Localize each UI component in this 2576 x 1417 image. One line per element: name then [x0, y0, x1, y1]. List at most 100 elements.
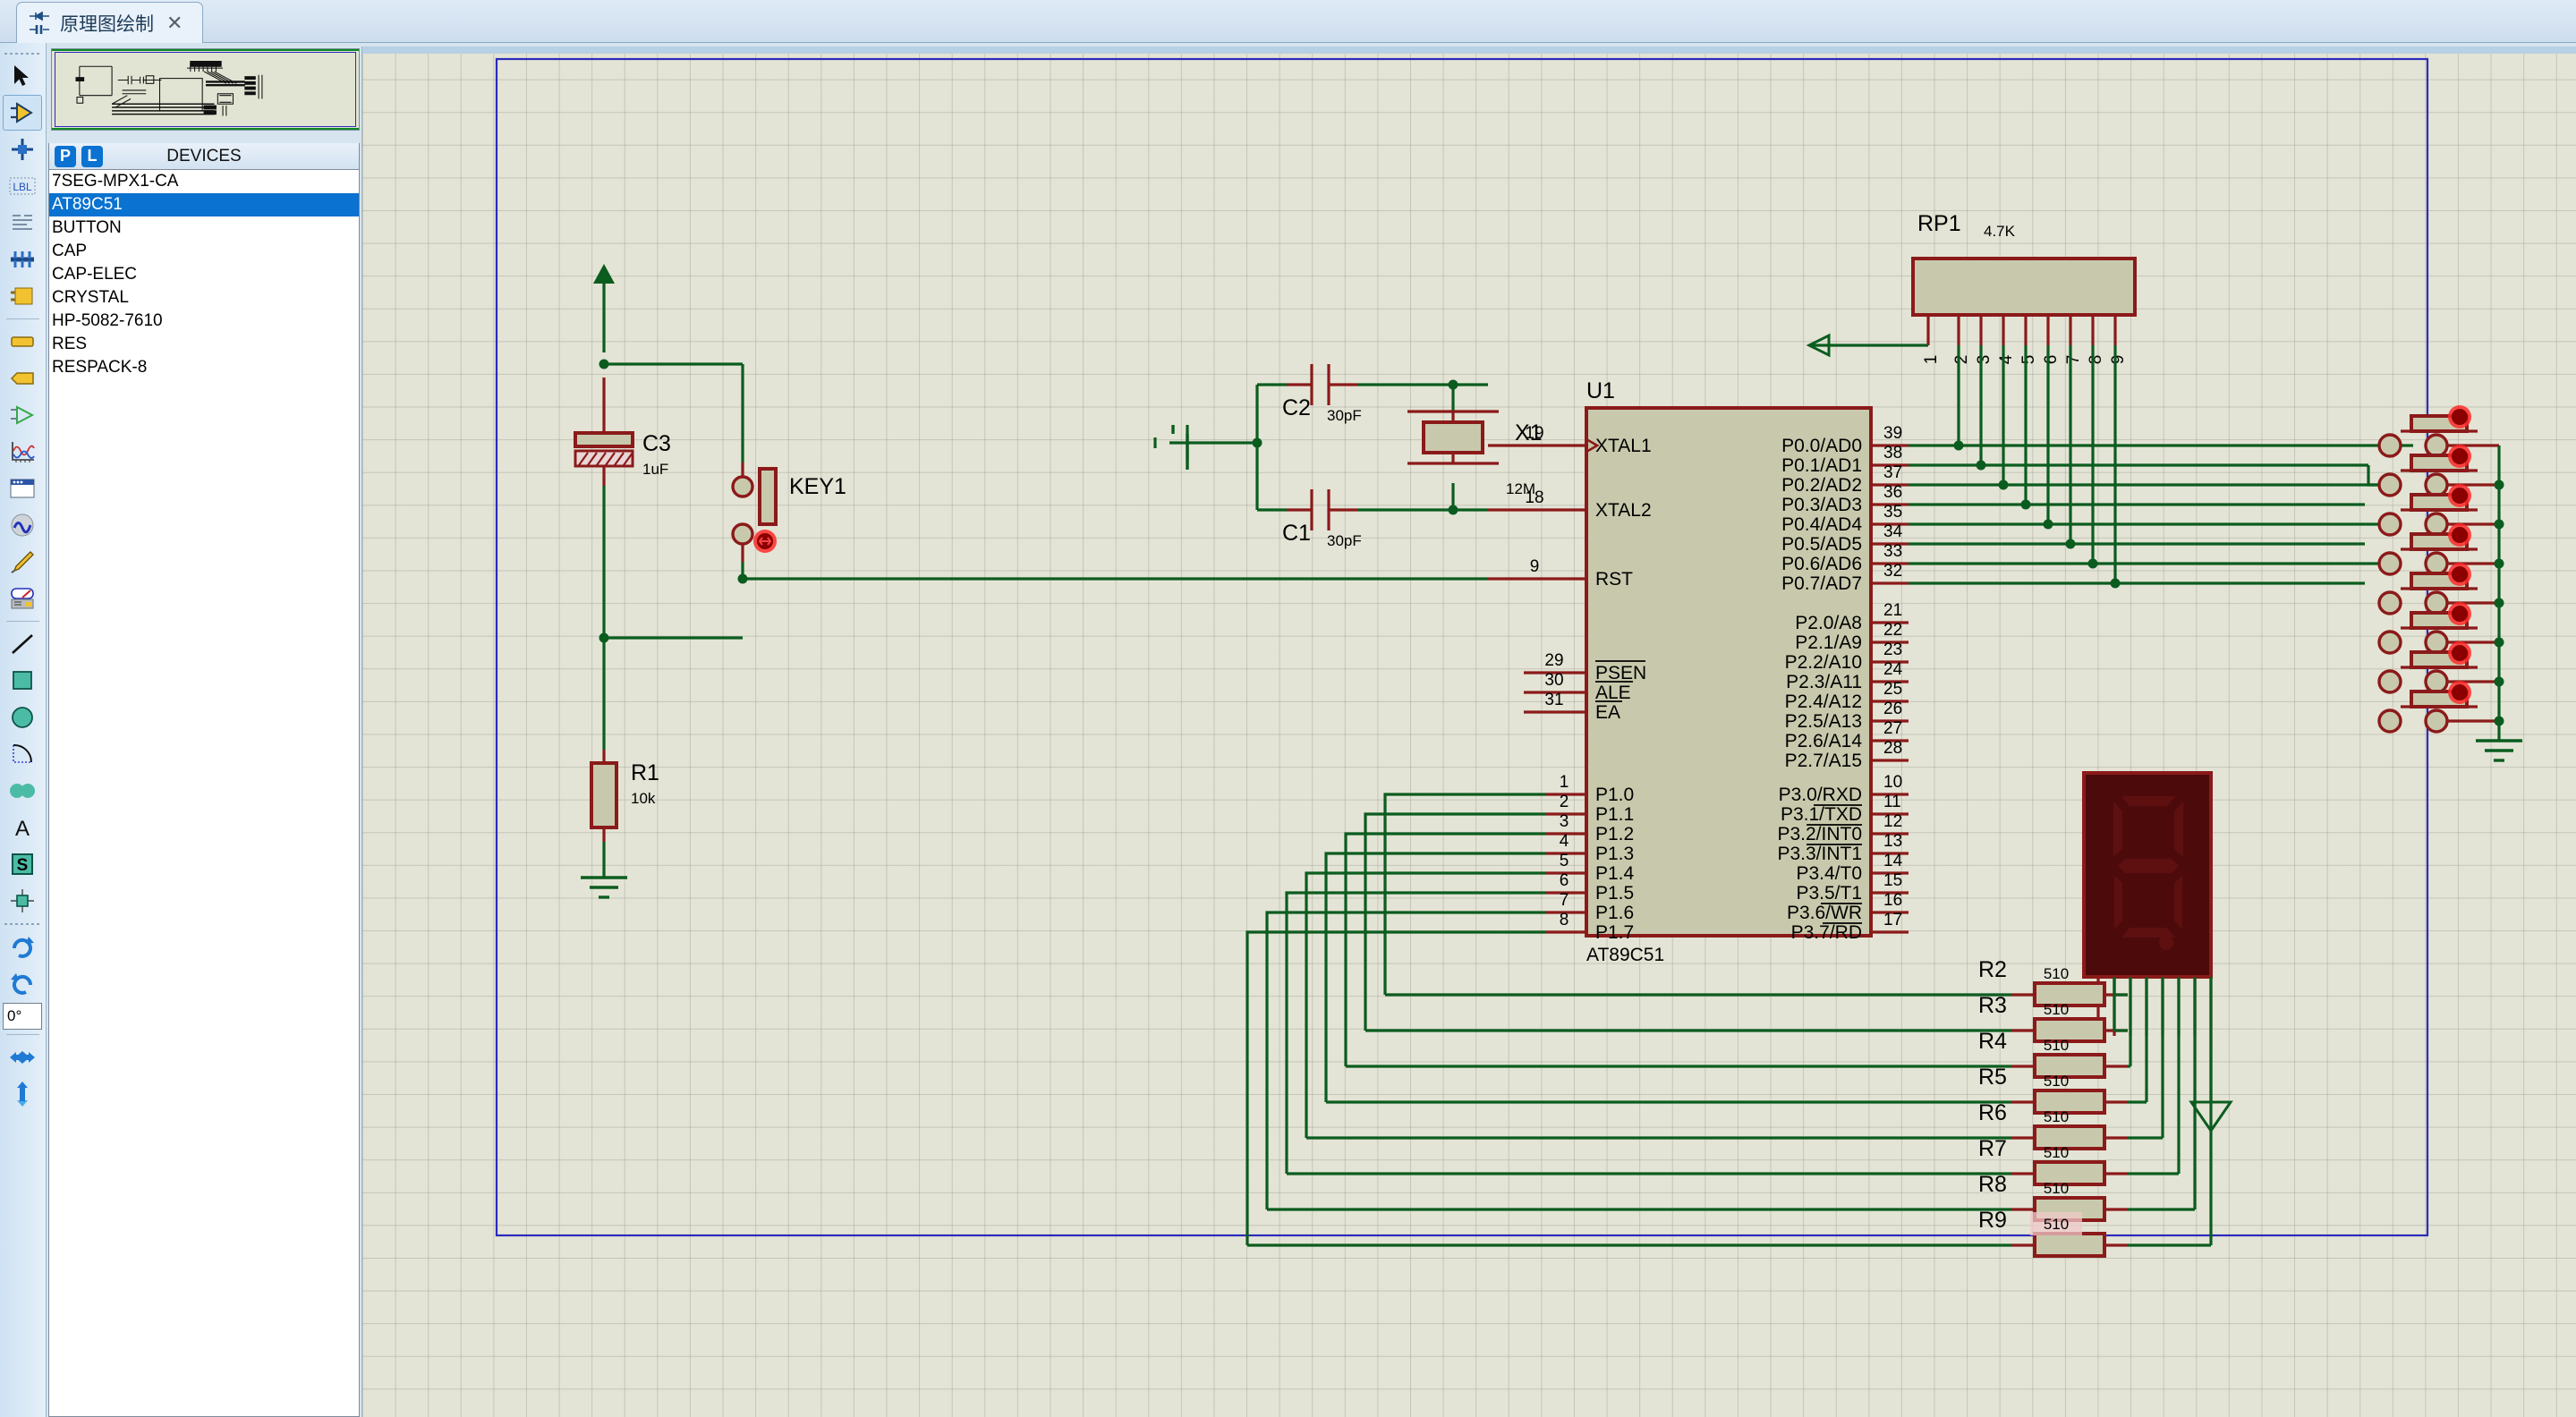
- library-manager-button[interactable]: L: [81, 145, 103, 167]
- wire-label-mode-button[interactable]: LBL: [3, 168, 42, 204]
- device-item-7seg[interactable]: 7SEG-MPX1-CA: [49, 170, 359, 193]
- device-item-button[interactable]: BUTTON: [49, 216, 359, 240]
- mirror-vertical-button[interactable]: [3, 1076, 42, 1112]
- r6-value: 510: [2044, 1108, 2069, 1125]
- schematic-overview-preview[interactable]: [51, 48, 360, 131]
- rp1-pin-5-num: 5: [2019, 355, 2038, 365]
- u1-pin-29-num: 29: [1544, 651, 1563, 670]
- circle-tool-button[interactable]: [3, 700, 42, 735]
- u1-pin-25-num: 25: [1883, 680, 1902, 699]
- r4-value: 510: [2044, 1037, 2069, 1054]
- u1-pin-28-label: P2.7/A15: [1785, 751, 1862, 771]
- u1-pin-17-num: 17: [1883, 911, 1902, 929]
- u1-pin-31-num: 31: [1544, 691, 1563, 709]
- u1-pin-13-num: 13: [1883, 832, 1902, 851]
- text-script-mode-button[interactable]: [3, 205, 42, 241]
- u1-pin-1-num: 1: [1560, 773, 1569, 792]
- u1-pin-11-num: 11: [1883, 793, 1901, 811]
- u1-pin-26-num: 26: [1883, 700, 1902, 718]
- u1-pin-10-num: 10: [1883, 773, 1902, 792]
- svg-text:S: S: [17, 856, 29, 875]
- segment-resistors[interactable]: R2 510 R3 510 R4 510 R5 510 R6 510 R7 51…: [1638, 957, 2213, 1258]
- r9-ref: R9: [1978, 1208, 2007, 1233]
- text-tool-button[interactable]: A: [3, 810, 42, 845]
- arc-tool-button[interactable]: [3, 736, 42, 772]
- device-item-respack8[interactable]: RESPACK-8: [49, 356, 359, 379]
- pick-devices-button[interactable]: P: [55, 145, 76, 167]
- u1-pin-34-label: P0.5/AD5: [1781, 534, 1862, 555]
- button-array[interactable]: [2377, 405, 2522, 762]
- crystal-circuit[interactable]: C2 30pF C1 30pF X1 12M: [1153, 364, 1543, 549]
- u1-pin-7-num: 7: [1560, 891, 1569, 910]
- tape-recorder-mode-button[interactable]: [3, 434, 42, 470]
- u1-pin-22-label: P2.1/A9: [1795, 632, 1862, 653]
- c3-ref: C3: [642, 431, 671, 456]
- rp1-value: 4.7K: [1984, 223, 2016, 240]
- rotate-clockwise-button[interactable]: [3, 929, 42, 964]
- r2-value: 510: [2044, 965, 2069, 982]
- u1-pin-8-num: 8: [1560, 911, 1569, 929]
- device-pins-mode-button[interactable]: [3, 361, 42, 396]
- device-item-crystal[interactable]: CRYSTAL: [49, 286, 359, 310]
- u1-pin-21-num: 21: [1883, 601, 1902, 620]
- u1-pin-15-num: 15: [1883, 871, 1902, 890]
- toolbar-drag-handle[interactable]: [4, 50, 41, 56]
- r5-ref: R5: [1978, 1065, 2007, 1090]
- r9-value: 510: [2044, 1216, 2069, 1233]
- generator-mode-button[interactable]: [3, 507, 42, 543]
- schematic-canvas[interactable]: .w { stroke:#0b5c1f; stroke-width:3.2; f…: [361, 47, 2576, 1417]
- close-icon[interactable]: ✕: [163, 12, 186, 35]
- svg-text:A: A: [15, 817, 30, 839]
- u1-pin-12-label: P3.2/INT0: [1777, 824, 1862, 844]
- u1-pin-25-label: P2.4/A12: [1785, 692, 1862, 712]
- u1-pin-14-label: P3.4/T0: [1796, 863, 1862, 884]
- tab-schematic[interactable]: 原理图绘制 ✕: [16, 2, 204, 43]
- window-mode-button[interactable]: [3, 471, 42, 506]
- u1-pin-39-label: P0.0/AD0: [1781, 436, 1862, 456]
- box-tool-button[interactable]: [3, 663, 42, 699]
- device-item-cap-elec[interactable]: CAP-ELEC: [49, 263, 359, 286]
- u1-ref: U1: [1586, 378, 1615, 403]
- c1-ref: C1: [1282, 521, 1311, 546]
- rotation-angle-field[interactable]: 0°: [3, 1003, 42, 1030]
- u1-pin-11-label: P3.1/TXD: [1781, 804, 1862, 825]
- reset-circuit[interactable]: C3 1uF R1 10k KEY1: [574, 264, 1488, 899]
- r2: R2 510: [1776, 957, 2128, 1007]
- u1-pin-28-num: 28: [1883, 739, 1902, 758]
- rp1-pin-3-num: 3: [1975, 355, 1994, 365]
- rp1-pin-9-num: 9: [2109, 355, 2128, 365]
- subcircuit-mode-button[interactable]: [3, 278, 42, 314]
- selection-mode-button[interactable]: [3, 58, 42, 94]
- u1-pin-34-num: 34: [1883, 522, 1903, 541]
- mirror-horizontal-button[interactable]: [3, 1039, 42, 1075]
- line-tool-button[interactable]: [3, 626, 42, 662]
- symbol-tool-button[interactable]: S: [3, 846, 42, 882]
- virtual-instruments-mode-button[interactable]: [3, 581, 42, 616]
- left-toolbar: LBL A S 0°: [0, 43, 47, 1417]
- terminals-mode-button[interactable]: [3, 324, 42, 360]
- p0-bus-wires: [1909, 440, 2413, 589]
- buses-mode-button[interactable]: [3, 242, 42, 277]
- devices-list[interactable]: 7SEG-MPX1-CA AT89C51 BUTTON CAP CAP-ELEC…: [49, 170, 359, 379]
- device-item-at89c51[interactable]: AT89C51: [49, 193, 359, 216]
- u1-pin-1-label: P1.0: [1595, 785, 1634, 805]
- device-item-cap[interactable]: CAP: [49, 240, 359, 263]
- u1-pin-21-label: P2.0/A8: [1795, 613, 1862, 633]
- ground-symbol-xtal: [1171, 425, 1189, 470]
- marker-tool-button[interactable]: [3, 883, 42, 919]
- device-item-hp5082[interactable]: HP-5082-7610: [49, 310, 359, 333]
- u1-pin-36-num: 36: [1883, 483, 1902, 502]
- r3-ref: R3: [1978, 993, 2007, 1018]
- u1-pin-37-num: 37: [1883, 463, 1902, 482]
- u1-pin-23-num: 23: [1883, 641, 1902, 659]
- graph-mode-button[interactable]: [3, 397, 42, 433]
- rotate-anticlockwise-button[interactable]: [3, 965, 42, 1001]
- path-tool-button[interactable]: [3, 773, 42, 809]
- component-mode-button[interactable]: [3, 95, 42, 131]
- u1-pin-33-num: 33: [1883, 542, 1902, 561]
- junction-dot-mode-button[interactable]: [3, 132, 42, 167]
- voltage-probe-mode-button[interactable]: [3, 544, 42, 580]
- device-item-res[interactable]: RES: [49, 333, 359, 356]
- u1-microcontroller[interactable]: U1 AT89C51 19 XTAL1 18 XTAL2 9 RST 29 PS…: [1488, 378, 1909, 965]
- key1-button[interactable]: KEY1: [731, 462, 846, 562]
